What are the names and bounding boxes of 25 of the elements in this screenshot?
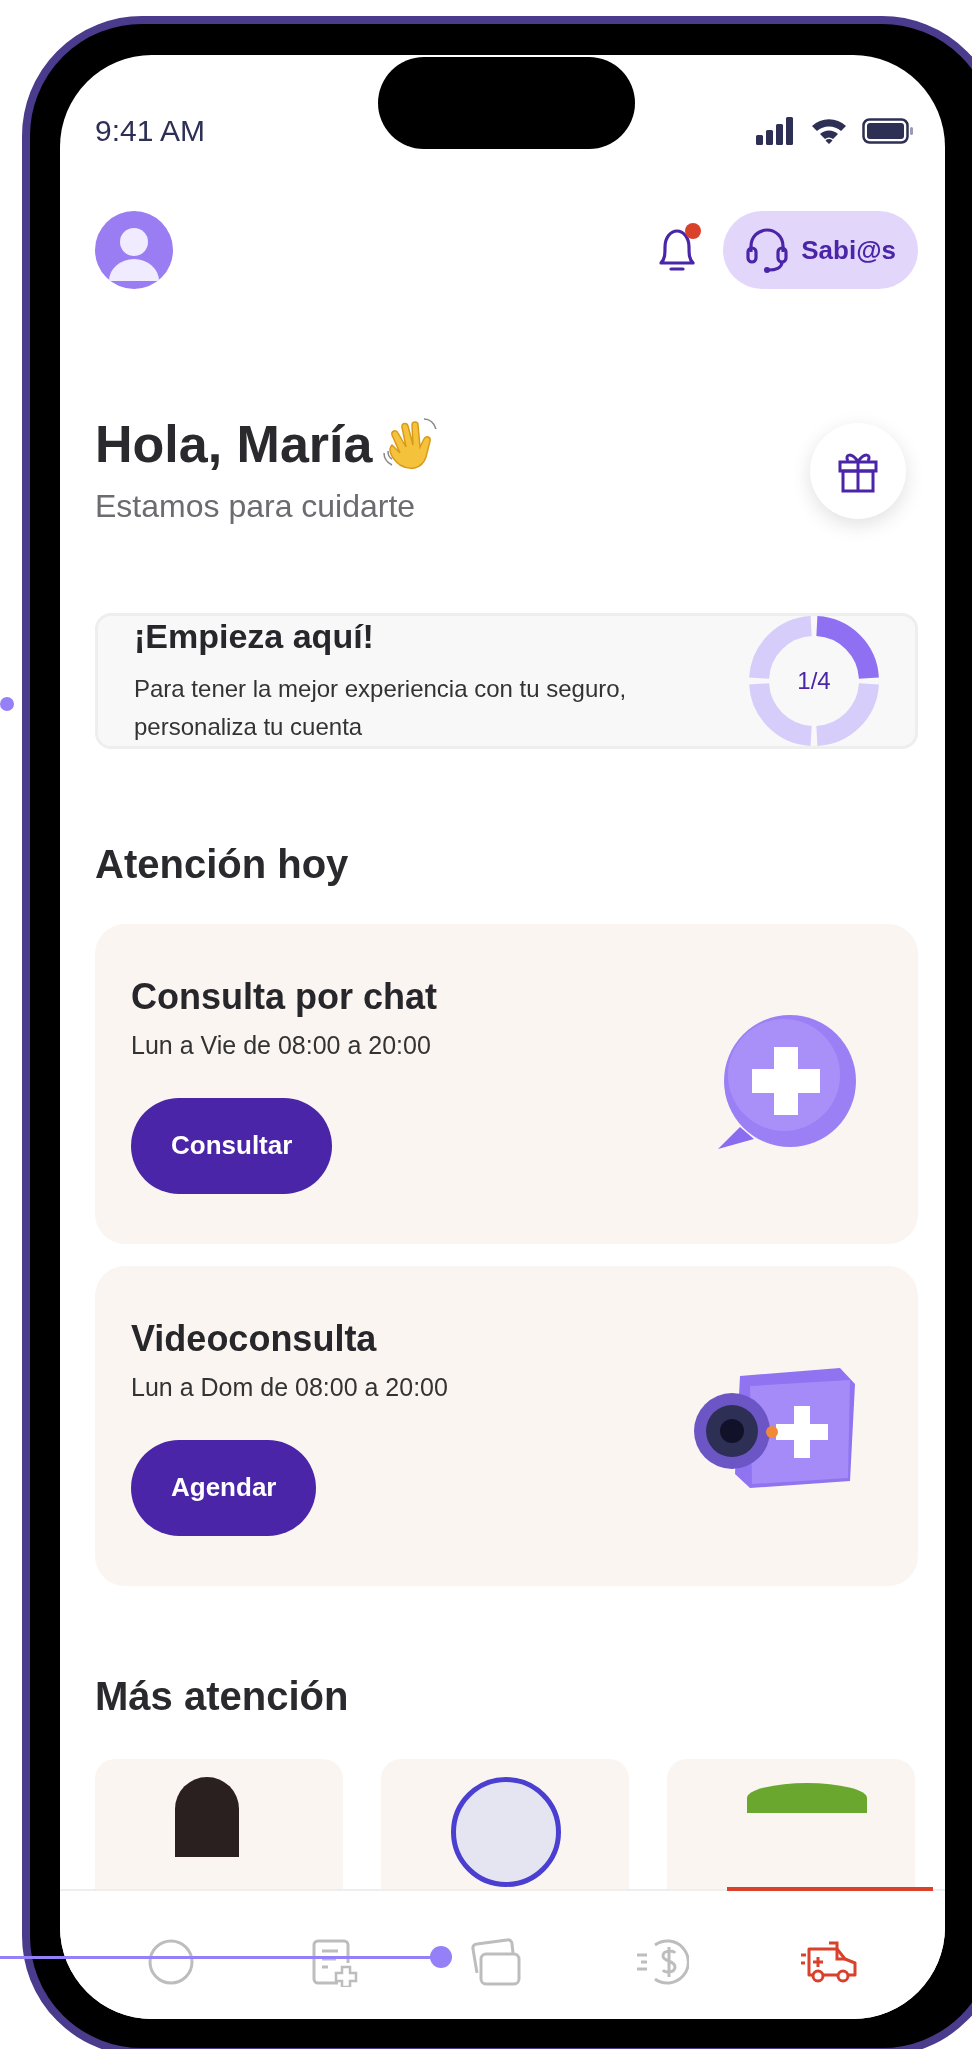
annotation-dot	[0, 697, 14, 711]
headset-icon	[745, 226, 790, 274]
support-button[interactable]: Sabi@s	[723, 211, 918, 289]
status-time: 9:41 AM	[95, 113, 206, 149]
progress-label: 1/4	[797, 667, 831, 695]
stacked-cards-icon	[469, 1937, 524, 1987]
service-hours: Lun a Vie de 08:00 a 20:00	[131, 1030, 431, 1060]
greeting-title: Hola, María	[95, 414, 373, 474]
service-title: Consulta por chat	[131, 974, 438, 1019]
service-button[interactable]: Agendar	[131, 1439, 317, 1536]
service-title: Videoconsulta	[131, 1316, 377, 1361]
onboarding-text: Para tener la mejor experiencia con tu seguro, personaliza tu cuenta	[134, 673, 628, 742]
battery-icon	[862, 117, 914, 145]
service-card[interactable]	[381, 1759, 629, 1889]
section-title: Más atención	[95, 1673, 350, 1720]
section-title: Atención hoy	[95, 841, 350, 888]
service-hours: Lun a Dom de 08:00 a 20:00	[131, 1372, 448, 1402]
service-card[interactable]	[95, 1759, 343, 1889]
onboarding-title: ¡Empieza aquí!	[134, 616, 375, 656]
onboarding-card[interactable]: ¡Empieza aquí! Para tener la mejor experiencia con tu seguro, personaliza tu cuenta 1/4	[95, 613, 918, 749]
signal-icon	[756, 117, 796, 145]
wifi-icon	[810, 117, 848, 145]
dollar-coin-icon	[635, 1937, 690, 1987]
greeting-subtitle: Estamos para cuidarte	[95, 487, 417, 526]
service-button[interactable]: Consultar	[131, 1097, 333, 1194]
